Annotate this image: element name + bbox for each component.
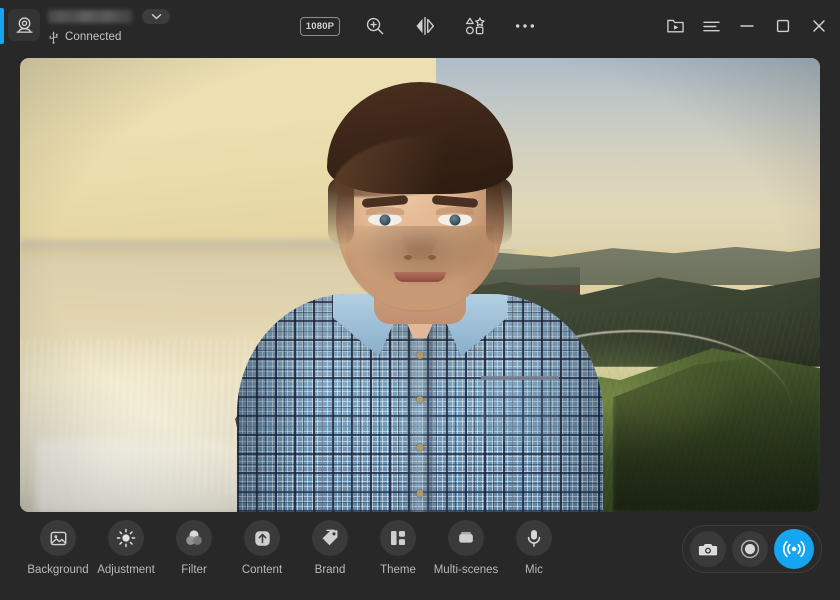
feature-theme[interactable]: Theme — [364, 520, 432, 576]
layout-blocks-icon — [380, 520, 416, 556]
iris-left — [379, 214, 391, 225]
brightness-icon-glyph — [116, 528, 136, 548]
nostril-right — [428, 255, 436, 260]
shirt-chest-pocket — [481, 376, 559, 442]
bottom-toolbar: Background Adjustment Filter Content Bra… — [0, 512, 840, 600]
record-button[interactable] — [732, 531, 768, 567]
connection-status-label: Connected — [65, 31, 122, 43]
feature-label: Theme — [380, 564, 416, 576]
app-window: Connected 1080P Background Adjustment Fi… — [0, 0, 840, 600]
microphone-icon-glyph — [527, 530, 541, 547]
shapes-stickers-icon — [466, 17, 485, 35]
hamburger-menu-button[interactable] — [696, 11, 726, 41]
mirror-flip-icon — [416, 16, 435, 36]
device-dropdown-button[interactable] — [142, 8, 170, 24]
device-selector[interactable]: Connected — [8, 6, 170, 45]
sideburn-right — [486, 178, 512, 244]
feature-label: Multi-scenes — [433, 564, 499, 576]
action-buttons — [682, 525, 822, 573]
media-folder-icon — [666, 19, 684, 33]
camera-preview[interactable] — [20, 58, 820, 512]
tag-icon-glyph — [322, 529, 338, 546]
feature-label: Adjustment — [97, 564, 155, 576]
feature-label: Content — [241, 564, 283, 576]
camera-icon — [698, 543, 718, 555]
broadcast-button[interactable] — [774, 529, 814, 569]
feature-label: Filter — [181, 564, 207, 576]
feature-brand[interactable]: Brand — [296, 520, 364, 576]
iris-right — [449, 214, 461, 225]
upload-arrow-icon-glyph — [254, 530, 270, 546]
record-dot-icon — [740, 539, 760, 559]
mouth — [394, 272, 446, 282]
feature-buttons: Background Adjustment Filter Content Bra… — [24, 520, 568, 576]
hamburger-menu-icon — [702, 21, 720, 31]
shapes-stickers-button[interactable] — [460, 11, 490, 41]
snapshot-button[interactable] — [690, 531, 726, 567]
broadcast-icon — [782, 540, 806, 558]
close-icon — [813, 20, 825, 32]
resolution-badge[interactable]: 1080P — [299, 16, 341, 36]
feature-multi-scenes[interactable]: Multi-scenes — [432, 520, 500, 576]
shirt-button — [416, 396, 424, 403]
mirror-flip-button[interactable] — [410, 11, 440, 41]
feature-content[interactable]: Content — [228, 520, 296, 576]
minimize-button[interactable] — [732, 11, 762, 41]
shirt-button — [416, 352, 424, 359]
upload-arrow-icon — [244, 520, 280, 556]
title-bar: Connected 1080P — [0, 0, 840, 52]
tag-icon — [312, 520, 348, 556]
image-icon — [40, 520, 76, 556]
color-circles-icon-glyph — [186, 530, 202, 545]
zoom-in-button[interactable] — [360, 11, 390, 41]
maximize-button[interactable] — [768, 11, 798, 41]
active-accent-bar — [0, 8, 4, 44]
torso-shirt — [237, 294, 603, 512]
brightness-icon — [108, 520, 144, 556]
eyelid-left — [366, 207, 404, 215]
color-circles-icon — [176, 520, 212, 556]
usb-icon — [49, 31, 58, 44]
close-button[interactable] — [804, 11, 834, 41]
maximize-icon — [776, 19, 790, 33]
webcam-icon — [8, 9, 40, 41]
shirt-button — [416, 490, 424, 497]
card-stack-icon-glyph — [459, 532, 473, 543]
eyelid-right — [436, 207, 474, 215]
window-controls — [660, 0, 834, 52]
connection-status: Connected — [48, 29, 170, 45]
nostril-left — [404, 255, 412, 260]
more-options-button[interactable] — [510, 11, 540, 41]
nose — [403, 214, 437, 260]
image-icon-glyph — [50, 531, 66, 545]
chevron-down-icon — [151, 13, 161, 19]
shirt-button — [416, 444, 424, 451]
layout-blocks-icon-glyph — [390, 530, 406, 546]
feature-label: Background — [27, 564, 89, 576]
feature-mic[interactable]: Mic — [500, 520, 568, 576]
feature-label: Brand — [314, 564, 346, 576]
microphone-icon — [516, 520, 552, 556]
feature-label: Mic — [525, 564, 543, 576]
device-name-redacted — [48, 9, 132, 23]
card-stack-icon — [448, 520, 484, 556]
feature-adjustment[interactable]: Adjustment — [92, 520, 160, 576]
more-horizontal-icon — [516, 24, 535, 28]
zoom-in-icon — [367, 17, 384, 35]
feature-background[interactable]: Background — [24, 520, 92, 576]
person-subject — [230, 82, 610, 512]
media-folder-button[interactable] — [660, 11, 690, 41]
feature-filter[interactable]: Filter — [160, 520, 228, 576]
minimize-icon — [740, 25, 754, 27]
